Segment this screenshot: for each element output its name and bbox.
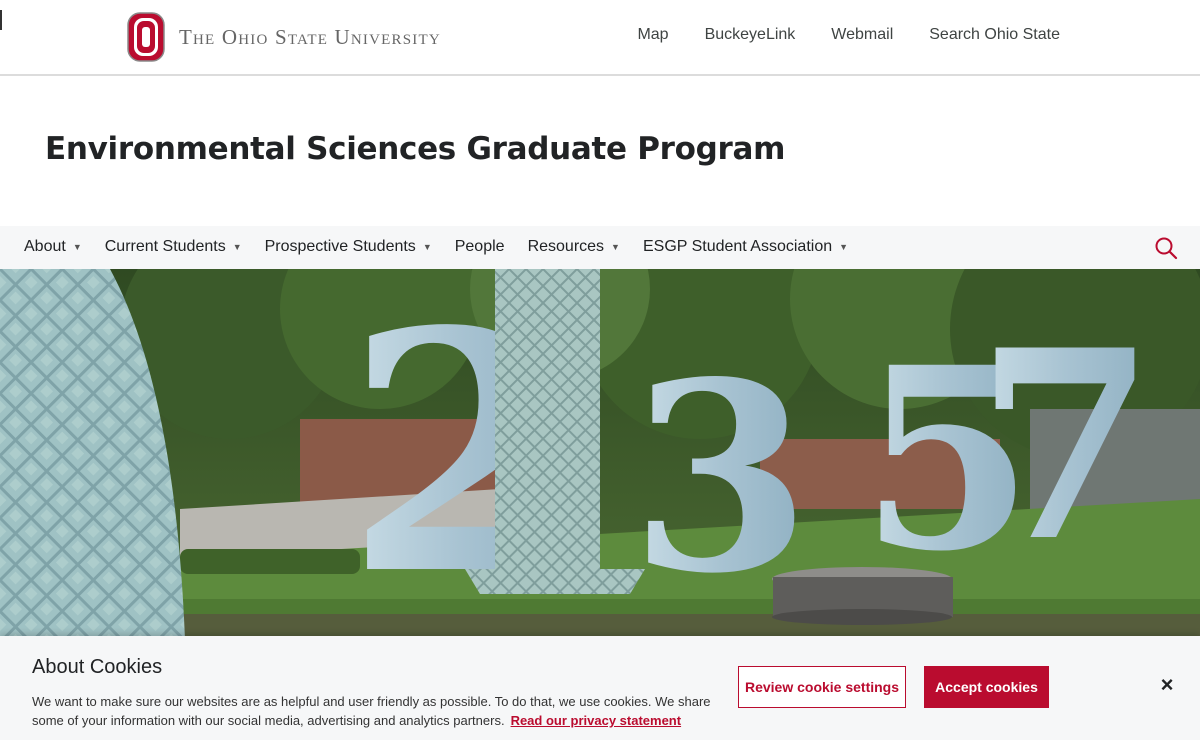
university-links: Map BuckeyeLink Webmail Search Ohio Stat… [637, 26, 1060, 44]
nav-item-label: About [24, 238, 66, 255]
webmail-link[interactable]: Webmail [831, 26, 893, 44]
nav-item-current-students[interactable]: Current Students ▼ [105, 238, 242, 256]
nav-item-prospective-students[interactable]: Prospective Students ▼ [265, 238, 432, 256]
caret-down-icon: ▼ [232, 242, 242, 252]
close-icon[interactable]: × [1156, 674, 1178, 696]
cookie-title: About Cookies [32, 656, 163, 678]
caret-down-icon: ▼ [72, 242, 82, 252]
privacy-statement-link[interactable]: Read our privacy statement [511, 713, 682, 728]
university-wordmark: The Ohio State University [179, 24, 441, 49]
search-icon[interactable] [1154, 236, 1178, 260]
number-7: 7 [975, 294, 1156, 599]
block-o-icon [127, 12, 165, 62]
main-navigation: About ▼ Current Students ▼ Prospective Stu… [0, 226, 1200, 269]
nav-item-label: Current Students [104, 238, 226, 255]
caret-down-icon: ▼ [611, 242, 620, 252]
buckeyelink-link[interactable]: BuckeyeLink [705, 26, 796, 44]
nav-item-esgp-student-association[interactable]: ESGP Student Association ▼ [643, 238, 848, 256]
nav-item-label: ESGP Student Association [642, 238, 833, 255]
cookie-banner: About Cookies We want to make sure our w… [0, 636, 1200, 740]
nav-item-label: People [454, 238, 505, 255]
edge-mark [0, 10, 2, 30]
cookie-text: We want to make sure our websites are as… [32, 692, 732, 730]
nav-item-people[interactable]: People [455, 238, 505, 256]
nav-item-label: Prospective Students [264, 238, 416, 255]
nav-item-label: Resources [527, 238, 605, 255]
nav-item-about[interactable]: About ▼ [24, 238, 82, 256]
hero-image: 2 3 5 7 [0, 269, 1200, 640]
caret-down-icon: ▼ [422, 242, 432, 252]
accept-cookies-button[interactable]: Accept cookies [924, 666, 1049, 708]
nav-item-resources[interactable]: Resources ▼ [528, 238, 620, 256]
review-cookie-settings-button[interactable]: Review cookie settings [738, 666, 906, 708]
caret-down-icon: ▼ [839, 242, 849, 252]
site-title[interactable]: Environmental Sciences Graduate Program [45, 131, 785, 167]
university-header: The Ohio State University Map BuckeyeLin… [0, 0, 1200, 76]
osu-logo[interactable]: The Ohio State University [127, 11, 441, 63]
numbers-sculpture-image: 2 3 5 7 [0, 269, 1200, 640]
map-link[interactable]: Map [637, 26, 668, 44]
search-ohio-state-link[interactable]: Search Ohio State [929, 26, 1060, 44]
